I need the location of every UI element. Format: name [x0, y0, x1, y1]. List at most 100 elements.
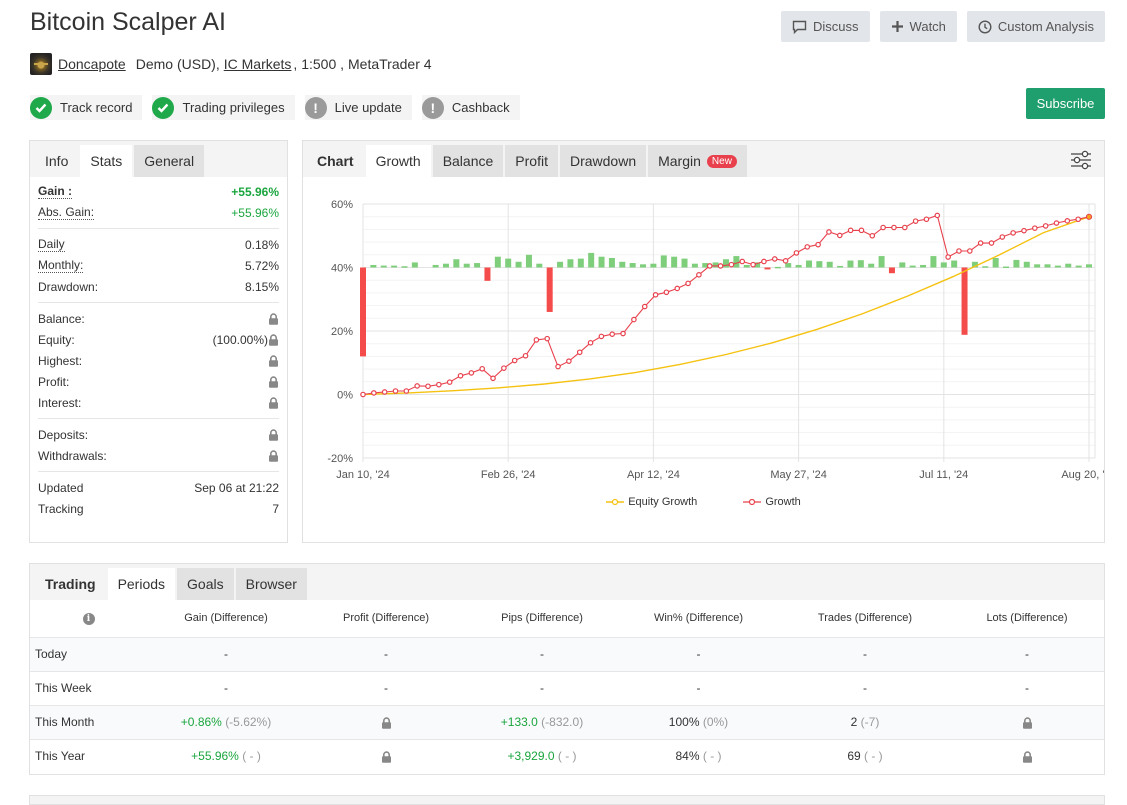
gain-cell: - [147, 637, 305, 672]
trades-diff: (-7) [860, 715, 880, 729]
stat-label[interactable]: Monthly: [38, 258, 84, 273]
win-cell: - [617, 637, 780, 672]
bar-positive [432, 264, 439, 268]
tab-stats[interactable]: Stats [80, 145, 133, 177]
growth-point [555, 363, 561, 370]
growth-point [1053, 220, 1060, 226]
column-header[interactable]: Lots (Difference) [950, 600, 1104, 638]
tab-balance[interactable]: Balance [432, 145, 504, 177]
bar-positive [525, 254, 532, 268]
legend-growth[interactable]: Growth [743, 496, 801, 508]
watch-button[interactable]: Watch [879, 11, 957, 42]
stat-value: 5.72% [244, 258, 279, 273]
stat-abs-gain: Abs. Gain: +55.96% [38, 202, 279, 223]
growth-point [977, 240, 984, 246]
lots-cell [950, 705, 1104, 740]
bar-positive [899, 262, 906, 268]
column-header[interactable]: Profit (Difference) [305, 600, 467, 638]
stat-label[interactable]: Gain : [38, 184, 73, 199]
tab-profit[interactable]: Profit [505, 145, 558, 177]
tab-goals[interactable]: Goals [177, 568, 234, 600]
pips-value: +3,929.0 [507, 749, 555, 764]
trades-cell: - [780, 637, 950, 672]
stat-interest: Interest: [38, 392, 279, 413]
header-actions: Discuss Watch Custom Analysis [781, 11, 1105, 42]
badge-cashback[interactable]: ! Cashback [421, 95, 520, 120]
trades-diff: ( - ) [864, 749, 883, 764]
bar-positive [723, 259, 729, 268]
verification-badges: Track record Trading privileges ! Live u… [30, 95, 520, 120]
tab-periods[interactable]: Periods [107, 568, 176, 600]
lock-icon [268, 449, 279, 463]
tab-info[interactable]: Info [35, 145, 78, 177]
owner-avatar[interactable] [30, 53, 52, 75]
bar-positive [650, 263, 657, 268]
growth-point [912, 218, 919, 224]
stat-label[interactable]: Abs. Gain: [38, 205, 95, 220]
bar-positive [805, 260, 812, 268]
broker-link[interactable]: IC Markets [224, 56, 292, 72]
tab-drawdown[interactable]: Drawdown [559, 145, 647, 177]
pips-diff: (-832.0) [541, 715, 584, 729]
bar-positive [567, 259, 574, 268]
stat-highest: Highest: [38, 350, 279, 371]
growth-chart[interactable]: 60% 40% 20% 0% -20% Jan 10, '24 Feb 26, '24 Ap… [303, 191, 1104, 511]
bar-positive [380, 265, 387, 268]
bar-positive [505, 258, 512, 268]
bar-positive [992, 257, 999, 268]
stat-gain: Gain : +55.96% [38, 181, 279, 202]
badge-track-record[interactable]: Track record [30, 95, 143, 120]
badge-trading-privileges[interactable]: Trading privileges [152, 95, 295, 120]
bar-positive [1034, 264, 1041, 268]
legend-equity-growth[interactable]: Equity Growth [606, 496, 697, 508]
subscribe-button[interactable]: Subscribe [1026, 88, 1105, 119]
info-icon[interactable]: i [82, 612, 95, 625]
y-tick-label: 20% [331, 326, 353, 338]
column-header[interactable]: Pips (Difference) [467, 600, 617, 638]
pips-cell: - [467, 637, 617, 672]
badge-live-update[interactable]: ! Live update [304, 95, 412, 120]
bar-positive [691, 263, 698, 268]
stat-label: Withdrawals: [38, 448, 107, 463]
trades-value: 2 [850, 715, 858, 729]
bar-positive [878, 256, 885, 268]
stat-label: Highest: [38, 353, 83, 368]
badge-label: Live update [334, 100, 402, 115]
bar-positive [1065, 263, 1072, 268]
stat-value: (100.00%) [212, 332, 268, 347]
growth-point [826, 229, 832, 235]
chart-settings-icon[interactable] [1070, 150, 1092, 170]
bar-positive [951, 260, 958, 268]
growth-point [891, 224, 897, 231]
tab-margin[interactable]: Margin New [648, 145, 747, 177]
bar-positive [795, 264, 802, 268]
watch-label: Watch [909, 19, 946, 34]
column-header[interactable]: Win% (Difference) [617, 600, 780, 638]
tab-general[interactable]: General [134, 145, 205, 177]
gain-cell: +55.96% ( - ) [147, 739, 305, 773]
stat-label[interactable]: Daily [38, 237, 65, 252]
x-tick-label: Apr 12, '24 [627, 469, 680, 481]
stat-value: +55.96% [231, 184, 279, 199]
trades-cell: 2 (-7) [780, 705, 950, 740]
badge-label: Cashback [451, 100, 510, 115]
tab-growth[interactable]: Growth [365, 145, 431, 177]
lots-cell: - [950, 671, 1104, 706]
column-header[interactable]: Trades (Difference) [780, 600, 950, 638]
tab-browser[interactable]: Browser [235, 568, 307, 600]
bar-positive [598, 256, 605, 268]
growth-point [403, 388, 410, 394]
table-row: This Month +0.86% (-5.62%) +133.0 (-832.… [30, 705, 1104, 740]
owner-link[interactable]: Doncapote [58, 56, 126, 72]
x-tick-label: May 27, '24 [770, 469, 827, 481]
growth-point [782, 258, 789, 264]
custom-analysis-button[interactable]: Custom Analysis [966, 11, 1105, 42]
table-row: This Week - - - - - - [30, 671, 1104, 706]
chart-legend: Equity Growth Growth [303, 496, 1104, 508]
gain-cell: - [147, 671, 305, 706]
column-header[interactable]: Gain (Difference) [147, 600, 305, 638]
discuss-button[interactable]: Discuss [781, 11, 870, 42]
growth-point [1075, 216, 1081, 223]
stat-label: Drawdown: [38, 279, 99, 294]
growth-point [360, 391, 366, 398]
